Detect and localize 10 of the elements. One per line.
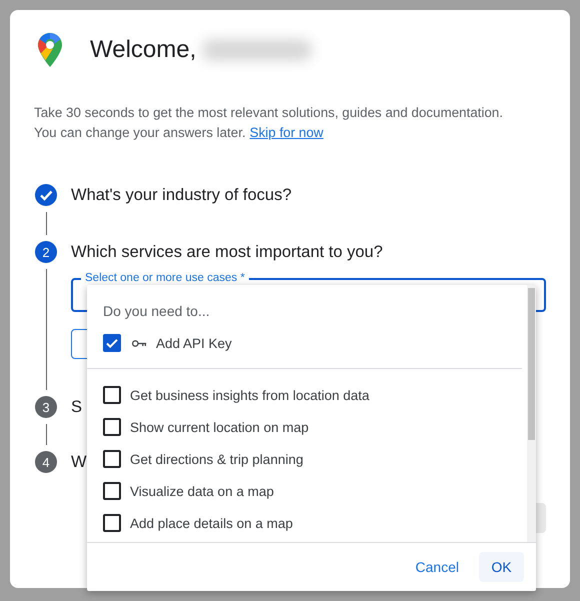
step-title: Which services are most important to you?	[71, 242, 383, 263]
menu-heading: Do you need to...	[102, 302, 211, 320]
step-title: S	[71, 397, 82, 418]
step-title: What's your industry of focus?	[71, 185, 292, 206]
step-marker: 4	[35, 451, 57, 473]
step-marker: 3	[35, 396, 57, 418]
intro-text: Take 30 seconds to get the most relevant solutions, guides and documentation. You can change your answers later. Skip for now	[34, 104, 504, 142]
step-title: W	[71, 452, 87, 473]
welcome-title: Welcome,	[90, 36, 196, 64]
step-marker: 2	[35, 241, 57, 263]
